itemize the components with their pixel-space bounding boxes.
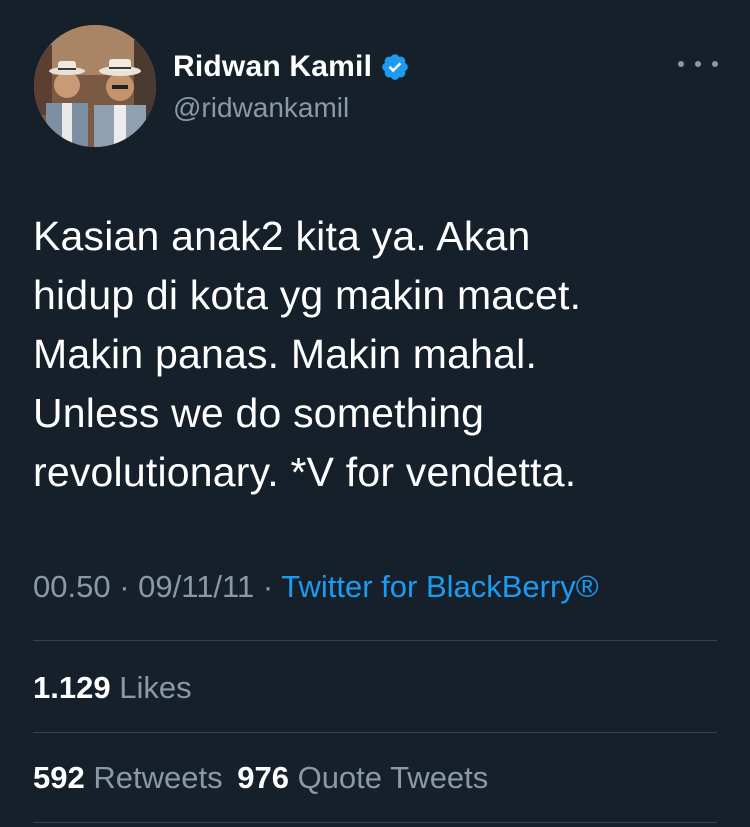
retweets-label: Retweets: [93, 760, 223, 795]
retweet-stats: 592 Retweets 976 Quote Tweets: [33, 760, 488, 796]
tweet-date[interactable]: 09/11/11: [138, 569, 254, 604]
tweet-text: Kasian anak2 kita ya. Akan hidup di kota…: [33, 207, 723, 502]
divider: [33, 732, 717, 733]
meta-separator: ·: [119, 569, 130, 604]
likes-stat[interactable]: 1.129 Likes: [33, 670, 192, 706]
tweet-text-line: revolutionary. *V for vendetta.: [33, 449, 577, 495]
retweets-stat[interactable]: 592 Retweets: [33, 760, 231, 795]
more-dot-icon: [712, 61, 718, 67]
more-dot-icon: [695, 61, 701, 67]
profile-photo: [34, 25, 156, 147]
verified-badge-icon: [380, 52, 410, 82]
quote-tweets-count: 976: [237, 760, 289, 795]
avatar[interactable]: [34, 25, 156, 147]
more-options-icon[interactable]: [678, 52, 718, 76]
tweet-text-line: Kasian anak2 kita ya. Akan: [33, 213, 531, 259]
likes-count: 1.129: [33, 670, 111, 705]
divider: [33, 822, 717, 823]
author-handle[interactable]: @ridwankamil: [173, 92, 349, 124]
meta-separator: ·: [262, 569, 274, 604]
tweet-text-line: Makin panas. Makin mahal.: [33, 331, 538, 377]
tweet-text-line: hidup di kota yg makin macet.: [33, 272, 582, 318]
tweet-time[interactable]: 00.50: [33, 569, 111, 604]
quote-tweets-stat[interactable]: 976 Quote Tweets: [237, 760, 488, 795]
likes-label: Likes: [119, 670, 192, 705]
tweet-text-line: Unless we do something: [33, 390, 485, 436]
more-dot-icon: [678, 61, 684, 67]
tweet-meta: 00.50 · 09/11/11 · Twitter for BlackBerr…: [33, 569, 599, 605]
divider: [33, 640, 717, 641]
quote-tweets-label: Quote Tweets: [297, 760, 489, 795]
author-name-row[interactable]: Ridwan Kamil: [173, 49, 410, 85]
tweet-source-link[interactable]: Twitter for BlackBerry®: [281, 569, 598, 604]
retweets-count: 592: [33, 760, 85, 795]
author-display-name[interactable]: Ridwan Kamil: [173, 50, 372, 84]
